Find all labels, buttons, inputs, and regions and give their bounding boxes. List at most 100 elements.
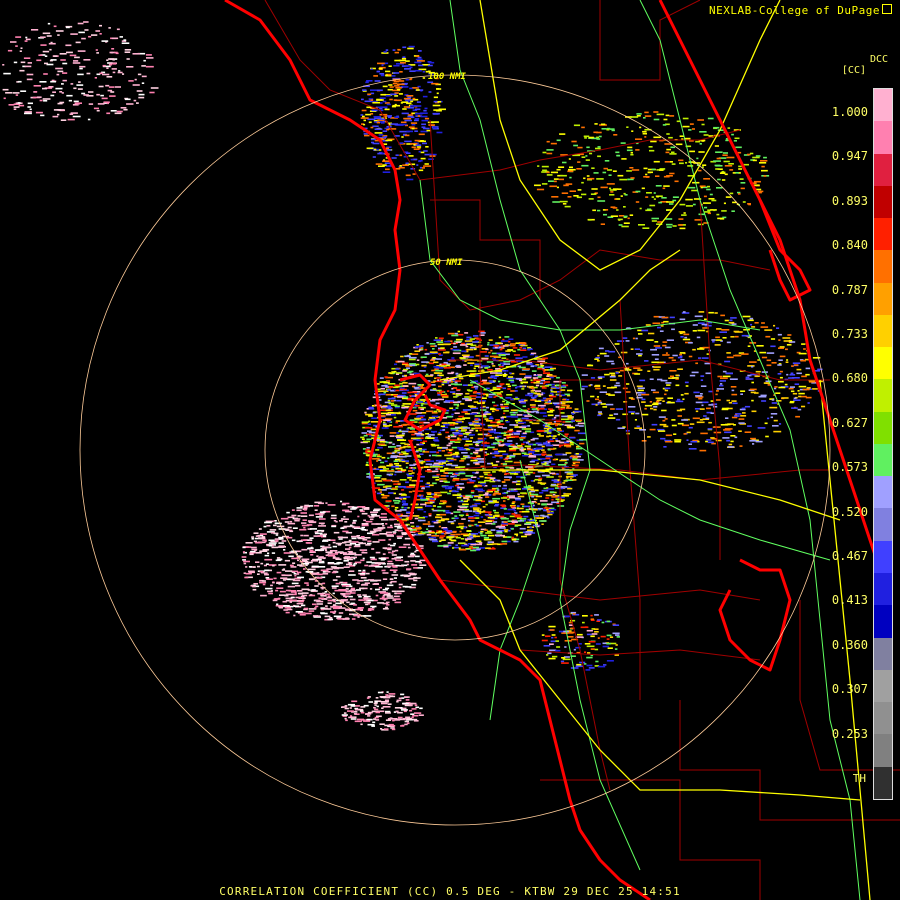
echo-mark: [406, 563, 409, 566]
echo-mark: [686, 439, 689, 441]
echo-mark: [394, 525, 402, 528]
echo-mark: [443, 545, 449, 548]
echo-mark: [524, 445, 531, 448]
echo-mark: [427, 64, 433, 67]
echo-mark: [432, 540, 439, 543]
echo-mark: [615, 372, 619, 374]
echo-mark: [434, 100, 438, 103]
echo-mark: [252, 585, 256, 588]
echo-mark: [505, 421, 510, 423]
echo-mark: [430, 359, 436, 362]
echo-mark: [573, 124, 580, 127]
echo-mark: [395, 449, 400, 452]
echo-mark: [579, 442, 585, 445]
echo-mark: [375, 551, 381, 554]
echo-mark: [792, 362, 801, 364]
echo-mark: [422, 440, 428, 443]
echo-mark: [277, 558, 283, 561]
echo-mark: [280, 517, 289, 520]
echo-mark: [106, 59, 109, 61]
echo-mark: [597, 414, 602, 417]
echo-mark: [146, 57, 154, 59]
echo-mark: [626, 126, 629, 128]
echo-mark: [373, 583, 379, 585]
echo-mark: [414, 119, 419, 122]
echo-mark: [437, 349, 446, 351]
echo-mark: [117, 71, 123, 74]
echo-mark: [111, 48, 115, 50]
echo-mark: [67, 118, 75, 121]
echo-mark: [558, 166, 565, 168]
echo-mark: [421, 424, 425, 427]
echo-mark: [388, 551, 391, 554]
echo-mark: [535, 411, 540, 414]
echo-mark: [294, 574, 297, 577]
echo-mark: [520, 492, 527, 494]
echo-mark: [564, 433, 569, 435]
echo-mark: [108, 63, 113, 66]
echo-mark: [301, 604, 306, 607]
echo-mark: [408, 155, 414, 157]
echo-mark: [641, 440, 647, 442]
echo-mark: [363, 601, 371, 604]
echo-mark: [365, 81, 369, 84]
echo-mark: [318, 522, 325, 525]
echo-mark: [324, 593, 330, 596]
echo-mark: [651, 354, 660, 356]
echo-mark: [719, 380, 726, 382]
echo-mark: [724, 319, 729, 322]
echo-mark: [716, 388, 724, 390]
echo-mark: [436, 377, 441, 379]
echo-mark: [378, 466, 387, 468]
echo-mark: [502, 370, 506, 372]
echo-mark: [381, 427, 389, 429]
echo-mark: [692, 324, 698, 326]
echo-mark: [394, 95, 399, 97]
echo-mark: [492, 521, 498, 523]
echo-mark: [654, 358, 659, 360]
echo-mark: [476, 548, 481, 550]
echo-mark: [268, 544, 273, 547]
echo-mark: [619, 369, 624, 372]
echo-mark: [393, 492, 396, 495]
echo-mark: [688, 342, 693, 344]
echo-mark: [498, 380, 501, 383]
echo-mark: [361, 432, 368, 434]
echo-mark: [408, 702, 417, 705]
echo-mark: [529, 518, 533, 521]
echo-mark: [700, 375, 705, 377]
echo-mark: [382, 486, 388, 488]
echo-mark: [335, 582, 341, 585]
echo-mark: [515, 442, 518, 445]
echo-mark: [399, 455, 407, 458]
echo-mark: [470, 457, 477, 459]
echo-mark: [389, 695, 396, 698]
echo-mark: [420, 151, 425, 154]
echo-mark: [445, 431, 449, 434]
echo-mark: [688, 355, 693, 358]
echo-mark: [410, 122, 418, 124]
echo-mark: [380, 93, 386, 96]
echo-mark: [454, 441, 461, 443]
echo-mark: [43, 73, 48, 75]
echo-mark: [503, 500, 506, 502]
echo-mark: [492, 358, 497, 360]
echo-mark: [369, 518, 374, 521]
echo-mark: [668, 357, 674, 359]
echo-mark: [703, 178, 710, 180]
echo-mark: [475, 488, 483, 491]
echo-mark: [438, 449, 442, 452]
echo-mark: [805, 373, 810, 376]
echo-mark: [541, 387, 547, 389]
echo-mark: [446, 505, 452, 508]
echo-mark: [319, 556, 324, 558]
echo-mark: [672, 354, 678, 357]
echo-mark: [465, 345, 469, 348]
echo-mark: [366, 80, 373, 82]
echo-mark: [116, 28, 120, 31]
echo-mark: [515, 488, 521, 490]
echo-mark: [429, 451, 437, 453]
echo-mark: [484, 418, 489, 420]
echo-mark: [705, 440, 708, 443]
echo-mark: [391, 75, 396, 77]
